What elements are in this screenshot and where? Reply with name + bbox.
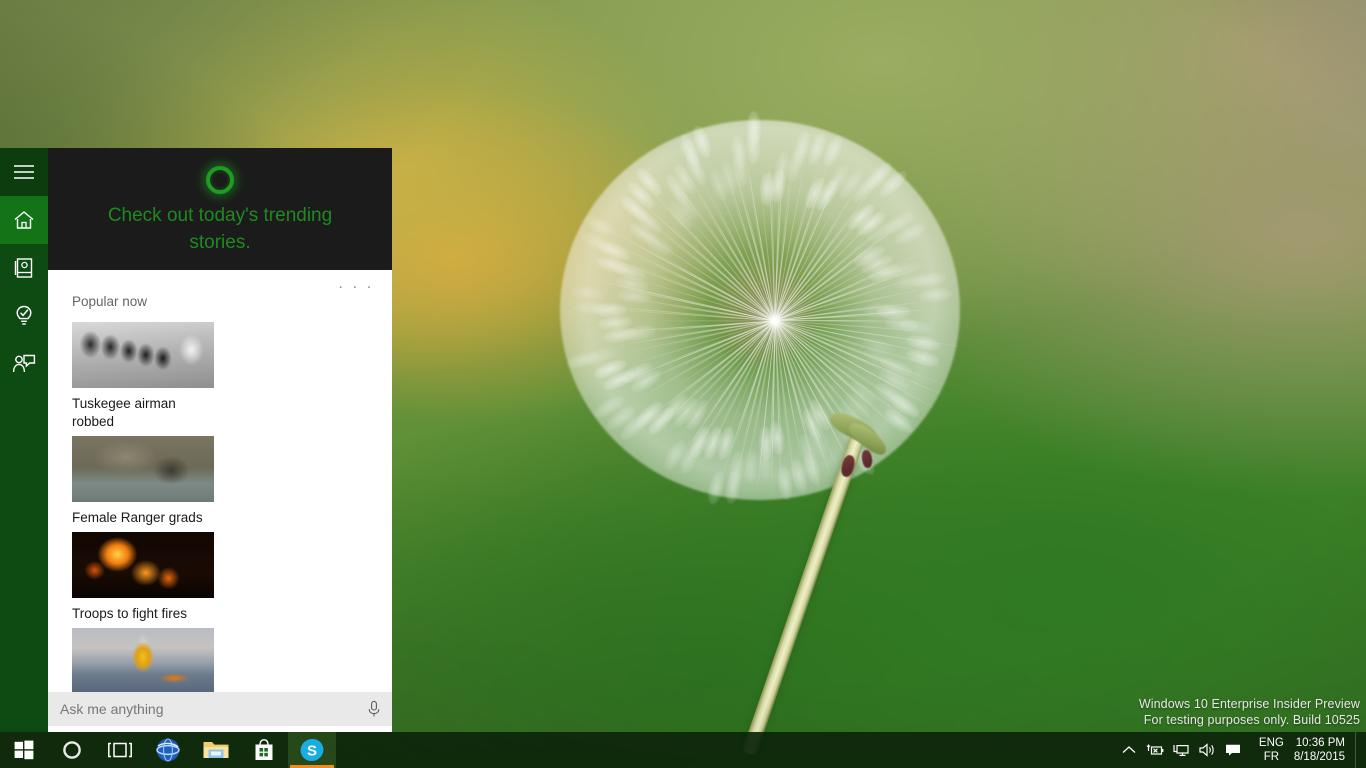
news-tile-image: [72, 436, 214, 502]
news-tile[interactable]: Tuskegee airman robbed: [72, 322, 220, 431]
language-indicator[interactable]: ENG FR: [1251, 736, 1292, 764]
clock[interactable]: 10:36 PM 8/18/2015: [1292, 736, 1355, 764]
news-tile-label: Female Ranger grads: [72, 510, 203, 525]
system-tray: ENG FR 10:36 PM 8/18/2015: [1117, 732, 1366, 768]
news-tile-label: Tuskegee airman robbed: [72, 396, 176, 429]
cortana-search-bar[interactable]: Ask me anything: [48, 692, 392, 726]
network-icon-button[interactable]: [1169, 733, 1193, 767]
hamburger-menu-icon: [14, 165, 34, 179]
clock-time: 10:36 PM: [1295, 737, 1345, 749]
cortana-content: Check out today's trending stories. · · …: [48, 148, 392, 732]
cortana-panel: Check out today's trending stories. · · …: [0, 148, 392, 732]
microphone-icon: [368, 700, 380, 717]
taskbar: S ENG FR 10:36 PM 8/18/2015: [0, 732, 1366, 768]
windows-logo-icon: [14, 740, 34, 760]
internet-explorer-button[interactable]: [144, 732, 192, 768]
language-line-1: ENG: [1258, 737, 1284, 749]
sidebar-item-reminders[interactable]: [0, 292, 48, 340]
skype-button[interactable]: S: [288, 732, 336, 768]
store-bag-icon: [255, 739, 273, 760]
windows-watermark: Windows 10 Enterprise Insider Preview Fo…: [1139, 696, 1360, 728]
battery-none-icon: [1146, 744, 1164, 755]
lightbulb-check-icon: [16, 305, 32, 325]
cortana-button[interactable]: [48, 732, 96, 768]
svg-text:S: S: [307, 742, 317, 759]
cortana-ring-icon: [206, 166, 234, 194]
desktop-screen: Windows 10 Enterprise Insider Preview Fo…: [0, 0, 1366, 768]
sidebar-item-hamburger-menu[interactable]: [0, 148, 48, 196]
news-tile-image: [72, 322, 214, 388]
sidebar-item-home[interactable]: [0, 196, 48, 244]
cortana-greeting-text: Check out today's trending stories.: [107, 205, 333, 253]
news-tile[interactable]: Female Ranger grads: [72, 436, 220, 527]
sidebar-item-notebook[interactable]: [0, 244, 48, 292]
taskbar-buttons: S: [0, 732, 336, 768]
cortana-ring[interactable]: [202, 162, 238, 198]
news-tile-image: [72, 532, 214, 598]
show-hidden-icons-button[interactable]: [1117, 733, 1141, 767]
task-view-icon: [108, 742, 132, 758]
news-tile-image: [72, 628, 214, 694]
search-input[interactable]: Ask me anything: [60, 701, 366, 717]
internet-explorer-icon: [156, 738, 180, 762]
watermark-line-2: For testing purposes only. Build 10525: [1143, 713, 1360, 727]
chevron-up-icon: [1122, 746, 1136, 753]
language-line-2: FR: [1263, 751, 1280, 763]
sidebar-item-feedback[interactable]: [0, 340, 48, 388]
home-icon: [14, 211, 34, 229]
cortana-circle-icon: [63, 741, 81, 759]
popular-now-more-button[interactable]: · · ·: [338, 279, 374, 294]
tray-icon-group: [1117, 733, 1251, 767]
file-explorer-button[interactable]: [192, 732, 240, 768]
network-monitor-icon: [1173, 744, 1189, 756]
volume-icon-button[interactable]: [1195, 733, 1219, 767]
volume-icon: [1199, 743, 1214, 757]
popular-now-tiles: Tuskegee airman robbed Female Ranger grad…: [48, 317, 392, 719]
store-button[interactable]: [240, 732, 288, 768]
notebook-icon: [14, 258, 33, 278]
cortana-nav-rail: [0, 148, 48, 732]
feedback-person-icon: [12, 354, 36, 373]
action-center-button[interactable]: [1221, 733, 1245, 767]
show-desktop-button[interactable]: [1355, 732, 1362, 768]
card-popular-now: · · · Popular now Tuskegee airman robbed…: [48, 270, 392, 732]
watermark-line-1: Windows 10 Enterprise Insider Preview: [1138, 697, 1360, 711]
news-tile-label: Troops to fight fires: [72, 606, 188, 621]
task-view-button[interactable]: [96, 732, 144, 768]
clock-date: 8/18/2015: [1293, 751, 1345, 763]
folder-icon: [203, 742, 229, 758]
skype-icon: S: [300, 738, 324, 762]
action-center-icon: [1225, 744, 1240, 756]
battery-icon-button[interactable]: [1143, 733, 1167, 767]
news-tile[interactable]: Troops to fight fires: [72, 532, 220, 623]
start-button[interactable]: [0, 732, 48, 768]
cortana-greeting-header: Check out today's trending stories.: [48, 148, 392, 270]
